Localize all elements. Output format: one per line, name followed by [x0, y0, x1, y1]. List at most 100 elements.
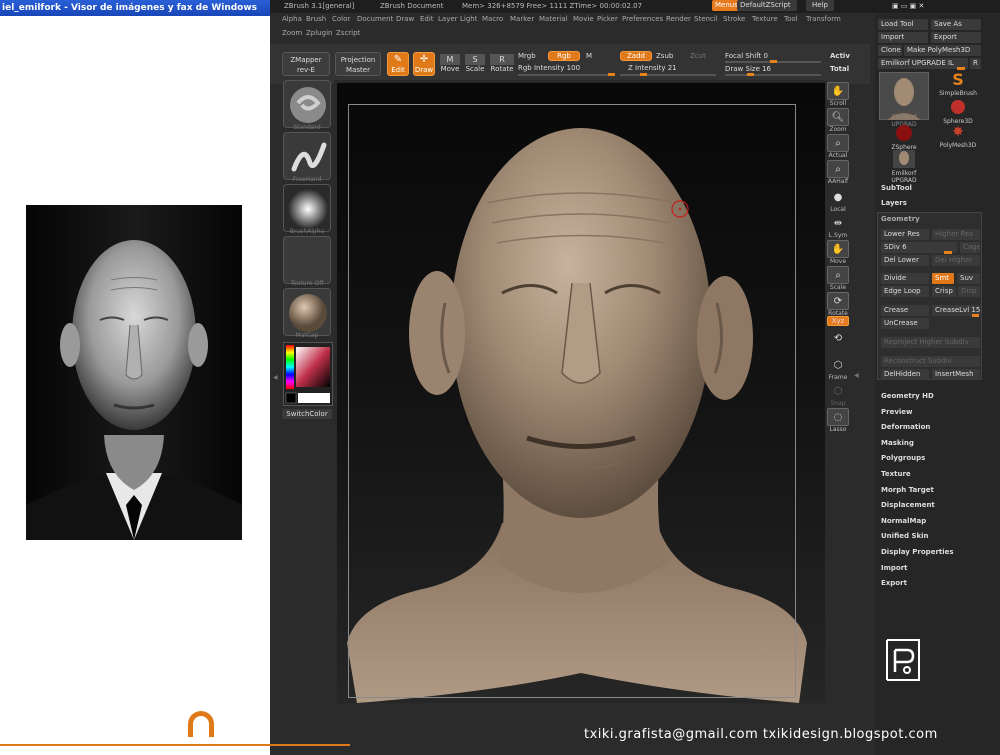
rotate-mode-button[interactable]: R Rotate	[490, 54, 514, 73]
menu-color[interactable]: Color	[332, 15, 350, 23]
menu-light[interactable]: Light	[460, 15, 477, 23]
texture-section[interactable]: Texture	[881, 470, 911, 478]
help-button[interactable]: Help	[806, 0, 834, 11]
menu-picker[interactable]: Picker	[597, 15, 618, 23]
zsub-button[interactable]: Zsub	[656, 52, 673, 60]
display-properties-section[interactable]: Display Properties	[881, 548, 954, 556]
polygroups-section[interactable]: Polygroups	[881, 454, 925, 462]
deformation-section[interactable]: Deformation	[881, 423, 930, 431]
current-tool-name[interactable]: Emilkorf UPGRADE IL	[878, 58, 968, 69]
standard-brush-button[interactable]	[283, 80, 331, 128]
geometry-section[interactable]: Geometry	[881, 215, 920, 223]
brush-alpha-button[interactable]	[283, 184, 331, 232]
texture-button[interactable]	[283, 236, 331, 284]
smt-toggle[interactable]: Smt	[932, 273, 954, 284]
del-higher-button[interactable]: Del Higher	[932, 255, 980, 266]
focal-shift-knob[interactable]	[770, 60, 777, 63]
menu-movie[interactable]: Movie	[573, 15, 594, 23]
tool-polymesh3d[interactable]: ✸ PolyMesh3D	[935, 124, 981, 149]
aahalf-button[interactable]: ⌕ AAHalf	[826, 160, 850, 185]
viewer-title-bar[interactable]: iel_emilfork - Visor de imágenes y fax d…	[0, 0, 270, 16]
menu-preferences[interactable]: Preferences	[622, 15, 663, 23]
snap-button[interactable]: ⬡ Snap	[826, 382, 850, 408]
draw-size-slider[interactable]	[725, 73, 821, 76]
menu-alpha[interactable]: Alpha	[282, 15, 302, 23]
menu-zoom[interactable]: Zoom	[282, 29, 302, 37]
rgb-intensity-slider[interactable]	[518, 73, 615, 76]
masking-section[interactable]: Masking	[881, 439, 914, 447]
default-zscript-button[interactable]: DefaultZScript	[737, 0, 797, 11]
export-button[interactable]: Export	[931, 32, 981, 43]
tool-simplebrush[interactable]: S SimpleBrush	[935, 70, 981, 97]
r-button[interactable]: R	[970, 58, 981, 69]
menu-brush[interactable]: Brush	[306, 15, 326, 23]
m-button[interactable]: M	[586, 52, 592, 60]
scale-view-button[interactable]: ⌕ Scale	[826, 266, 850, 291]
rotate-lock-icon[interactable]: ⟲	[826, 332, 850, 344]
material-button[interactable]	[283, 288, 331, 336]
import-section[interactable]: Import	[881, 564, 908, 572]
preview-section[interactable]: Preview	[881, 408, 913, 416]
actual-button[interactable]: ⌕ Actual	[826, 134, 850, 159]
xyz-button[interactable]: Xyz	[826, 316, 850, 326]
tool-zsphere[interactable]: ZSphere	[879, 124, 929, 151]
menu-zscript[interactable]: Zscript	[336, 29, 360, 37]
projection-master-button[interactable]: Projection Master	[335, 52, 381, 76]
subtool-section[interactable]: SubTool	[881, 184, 912, 192]
crisp-toggle[interactable]: Crisp	[932, 286, 956, 297]
lsym-button[interactable]: ⇹ L.Sym	[826, 214, 850, 240]
disp-toggle[interactable]: Disp	[958, 286, 980, 297]
divide-button[interactable]: Divide	[881, 273, 929, 284]
edge-loop-button[interactable]: Edge Loop	[881, 286, 929, 297]
menu-stencil[interactable]: Stencil	[694, 15, 718, 23]
menu-edit[interactable]: Edit	[420, 15, 434, 23]
z-intensity-knob[interactable]	[640, 73, 647, 76]
save-as-button[interactable]: Save As	[931, 19, 981, 30]
move-view-button[interactable]: ✋ Move	[826, 240, 850, 265]
zmapper-button[interactable]: ZMapper rev-E	[282, 52, 330, 76]
rgb-button[interactable]: Rgb	[548, 51, 580, 61]
tool-thumb-head[interactable]: Emilkorf UPGRAD	[878, 71, 930, 128]
make-polymesh3d-button[interactable]: Make PolyMesh3D	[904, 45, 981, 56]
layers-section[interactable]: Layers	[881, 199, 907, 207]
menu-zplugin[interactable]: Zplugin	[306, 29, 332, 37]
import-button[interactable]: Import	[878, 32, 928, 43]
zcut-button[interactable]: Zcut	[690, 52, 706, 60]
morph-target-section[interactable]: Morph Target	[881, 486, 934, 494]
scroll-button[interactable]: ✋ Scroll	[826, 82, 850, 107]
tool-sphere3d[interactable]: Sphere3D	[935, 98, 981, 125]
mrgb-button[interactable]: Mrgb	[518, 52, 536, 60]
crease-level-knob[interactable]	[972, 314, 979, 317]
local-button[interactable]: ● Local	[826, 188, 850, 214]
window-controls-icon[interactable]: ▣ ▭ ▣ ✕	[892, 0, 924, 13]
zoom-button[interactable]: 🔍︎ Zoom	[826, 108, 850, 133]
sdiv-knob[interactable]	[944, 251, 952, 254]
color-picker[interactable]	[283, 342, 333, 406]
reproject-higher-subdiv-button[interactable]: Reproject Higher Subdiv	[881, 337, 980, 348]
menu-render[interactable]: Render	[666, 15, 691, 23]
menu-transform[interactable]: Transform	[806, 15, 841, 23]
menu-layer[interactable]: Layer	[438, 15, 458, 23]
menu-macro[interactable]: Macro	[482, 15, 503, 23]
reconstruct-subdiv-button[interactable]: Reconstruct Subdiv	[881, 356, 980, 367]
insertmesh-button[interactable]: InsertMesh	[932, 369, 980, 380]
freehand-stroke-button[interactable]	[283, 132, 331, 180]
clone-button[interactable]: Clone	[878, 45, 902, 56]
rgb-intensity-knob[interactable]	[608, 73, 615, 76]
del-lower-button[interactable]: Del Lower	[881, 255, 929, 266]
frame-button[interactable]: ⬡ Frame	[826, 356, 850, 382]
z-intensity-slider[interactable]	[620, 73, 716, 76]
displacement-section[interactable]: Displacement	[881, 501, 935, 509]
geometry-hd-section[interactable]: Geometry HD	[881, 392, 934, 400]
lower-res-button[interactable]: Lower Res	[881, 229, 929, 240]
scale-mode-button[interactable]: S Scale	[465, 54, 485, 73]
menu-material[interactable]: Material	[539, 15, 567, 23]
menu-stroke[interactable]: Stroke	[723, 15, 745, 23]
higher-res-button[interactable]: Higher Res	[932, 229, 980, 240]
lasso-button[interactable]: ◌ Lasso	[826, 408, 850, 433]
unified-skin-section[interactable]: Unified Skin	[881, 532, 929, 540]
focal-shift-slider[interactable]	[725, 60, 821, 63]
move-mode-button[interactable]: M Move	[440, 54, 460, 73]
switch-color-button[interactable]: SwitchColor	[282, 409, 332, 419]
normalmap-section[interactable]: NormalMap	[881, 517, 926, 525]
